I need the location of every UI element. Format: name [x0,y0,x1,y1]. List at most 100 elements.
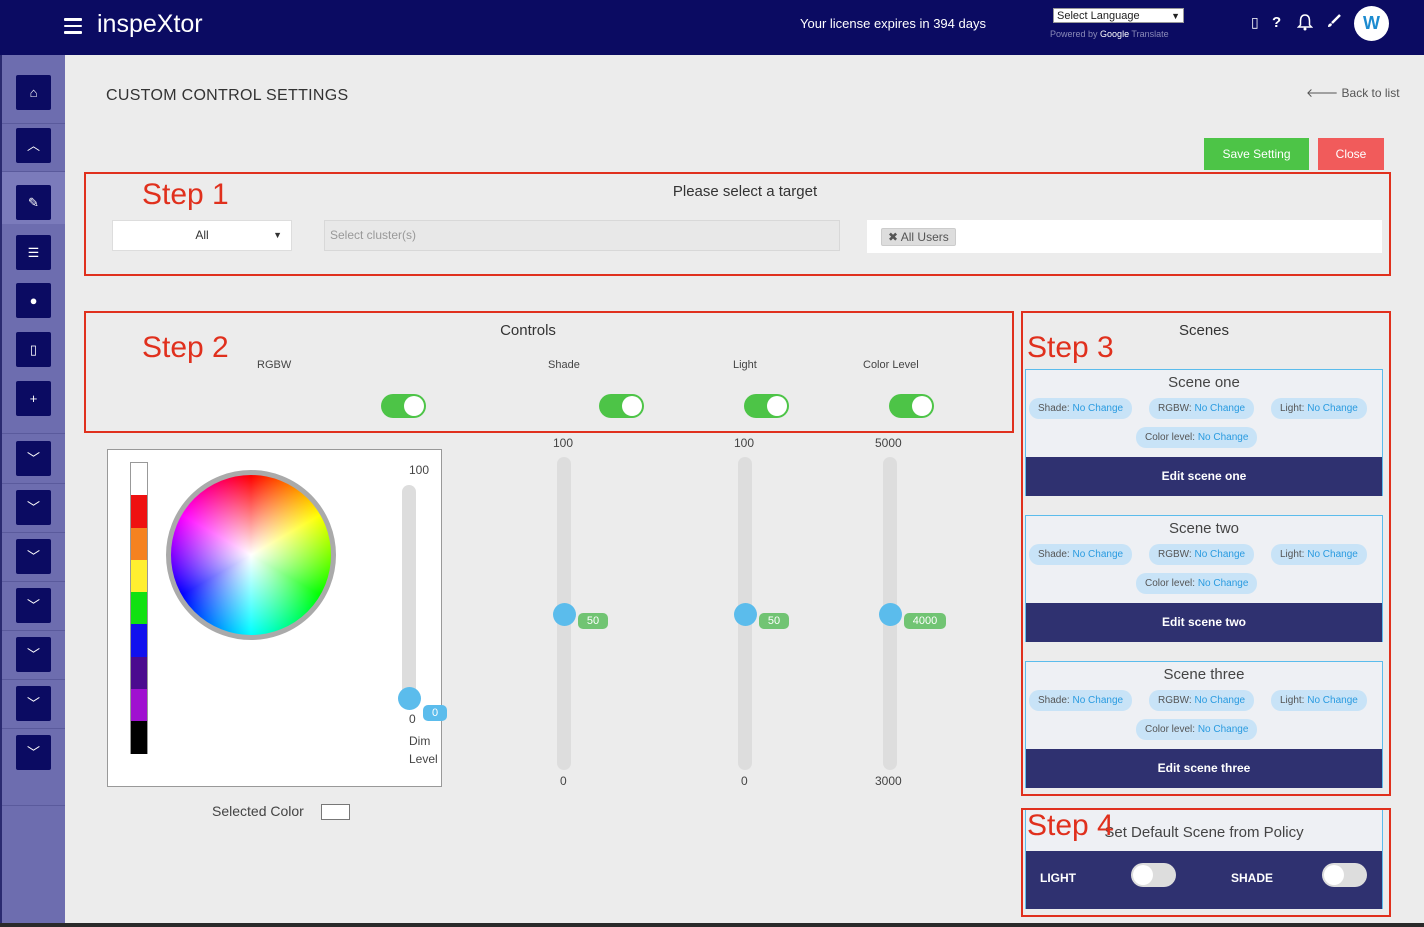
palette-swatch[interactable] [131,689,147,722]
palette-swatch[interactable] [131,624,147,657]
sidebar-expand-button-4[interactable]: ﹀ [16,588,51,623]
save-setting-button[interactable]: Save Setting [1204,138,1309,170]
edit-scene-one-button[interactable]: Edit scene one [1026,457,1382,496]
pill-value: No Change [1194,549,1246,560]
sidebar-tools-button[interactable]: ✎ [16,185,51,220]
sidebar: ⌂ ︿ ✎ ☰ ● ▯ + ﹀ ﹀ ﹀ ﹀ ﹀ ﹀ ﹀ [0,55,65,927]
edit-scene-two-button[interactable]: Edit scene two [1026,603,1382,642]
palette-swatch[interactable] [131,559,147,593]
plus-icon: + [29,391,38,406]
pill-label: Shade: [1038,549,1070,560]
color-level-slider-handle[interactable] [879,603,902,626]
palette-swatch[interactable] [131,721,147,754]
pill-value: No Change [1197,724,1249,735]
paint-brush-icon[interactable] [1326,14,1341,33]
palette-swatch[interactable] [131,495,147,528]
pill-label: Color level: [1145,578,1196,589]
sidebar-expand-button-2[interactable]: ﹀ [16,490,51,525]
shade-slider-value: 50 [578,613,608,629]
target-type-select[interactable]: All ▼ [112,220,292,251]
target-title: Please select a target [672,183,818,200]
license-notice: Your license expires in 394 days [800,16,986,31]
user-avatar[interactable]: W [1354,6,1389,41]
light-min-label: 0 [741,774,748,788]
remove-tag-icon[interactable]: ✖ [888,230,898,244]
dim-level-track[interactable] [402,485,416,708]
sidebar-expand-button-1[interactable]: ﹀ [16,441,51,476]
close-button[interactable]: Close [1318,138,1384,170]
sidebar-mobile-button[interactable]: ▯ [16,332,51,367]
color-wheel[interactable] [166,470,336,640]
mobile-icon: ▯ [29,342,38,357]
sidebar-add-button[interactable]: + [16,381,51,416]
color-level-toggle[interactable] [889,394,934,418]
pill-value: No Change [1307,695,1358,706]
pill-label: RGBW: [1158,549,1192,560]
scene-shade-pill: Shade: No Change [1029,544,1133,565]
color-palette [130,462,148,754]
language-select-label: Select Language [1057,10,1140,22]
user-select[interactable]: ✖ All Users [867,220,1382,253]
chevron-down-icon: ▼ [1171,11,1180,21]
palette-swatch[interactable] [131,463,147,496]
cluster-select[interactable]: Select cluster(s) [324,220,840,251]
brand-logo[interactable]: inspeXtor [97,10,203,39]
sidebar-expand-button-3[interactable]: ﹀ [16,539,51,574]
selected-color-label: Selected Color [212,803,304,819]
light-slider-handle[interactable] [734,603,757,626]
sidebar-settings-button[interactable]: ☰ [16,235,51,270]
sidebar-divider [2,483,65,484]
pill-value: No Change [1072,549,1124,560]
light-toggle[interactable] [744,394,789,418]
google-label: Google [1100,29,1130,39]
home-icon: ⌂ [29,85,38,100]
palette-swatch[interactable] [131,527,147,560]
color-level-min-label: 3000 [875,774,902,788]
scene-rgbw-pill: RGBW: No Change [1149,690,1255,711]
palette-swatch[interactable] [131,592,147,625]
dim-label: Dim [409,734,431,748]
toggle-knob [404,396,424,416]
page-title: CUSTOM CONTROL SETTINGS [106,87,349,104]
pill-value: No Change [1197,578,1249,589]
pill-value: No Change [1307,403,1358,414]
control-label-shade: Shade [548,359,580,371]
dim-min-label: 0 [409,712,416,726]
shade-slider-handle[interactable] [553,603,576,626]
powered-by-label: Powered by [1050,29,1098,39]
sidebar-divider [2,728,65,729]
mobile-icon[interactable]: ▯ [1251,14,1259,31]
back-to-list-link[interactable]: 🡐 Back to list [1306,85,1400,100]
palette-swatch[interactable] [131,656,147,690]
shade-toggle[interactable] [599,394,644,418]
sidebar-divider [2,679,65,680]
arrow-left-icon: 🡐 [1306,86,1339,100]
level-label: Level [409,752,438,766]
sidebar-expand-button-5[interactable]: ﹀ [16,637,51,672]
toggle-knob [912,396,932,416]
sidebar-divider [2,532,65,533]
sidebar-collapse-button[interactable]: ︿ [16,128,51,163]
pill-value: No Change [1194,695,1246,706]
toggle-knob [767,396,787,416]
shade-min-label: 0 [560,774,567,788]
scene-color-level-pill: Color level: No Change [1136,719,1258,740]
pill-value: No Change [1197,432,1249,443]
toggle-knob [622,396,642,416]
language-select[interactable]: Select Language ▼ [1053,8,1184,23]
chevron-down-icon: ﹀ [26,647,40,662]
sidebar-expand-button-7[interactable]: ﹀ [16,735,51,770]
bell-icon[interactable] [1296,14,1314,35]
pill-label: Light: [1280,549,1305,560]
sidebar-expand-button-6[interactable]: ﹀ [16,686,51,721]
help-icon[interactable]: ? [1272,14,1281,31]
edit-scene-three-button[interactable]: Edit scene three [1026,749,1382,788]
light-max-label: 100 [734,436,755,450]
hamburger-menu-icon[interactable] [64,18,82,34]
sidebar-home-button[interactable]: ⌂ [16,75,51,110]
dim-level-handle[interactable] [398,687,421,710]
scene-title: Scene three [1163,666,1245,683]
rgbw-toggle[interactable] [381,394,426,418]
sidebar-divider [2,805,65,806]
sidebar-location-button[interactable]: ● [16,283,51,318]
